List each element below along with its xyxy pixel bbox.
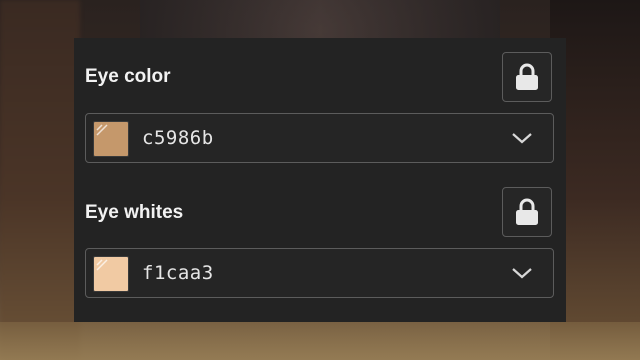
eye-color-dropdown[interactable]: c5986b	[85, 113, 554, 163]
eye-whites-label: Eye whites	[85, 202, 184, 223]
eye-whites-lock-button[interactable]	[502, 187, 552, 237]
eye-color-hex-value: c5986b	[142, 127, 214, 149]
background-top	[140, 0, 500, 38]
color-settings-panel: Eye color c5986b Eye whites f1caa3	[74, 38, 566, 322]
background-floor	[0, 322, 640, 360]
eye-whites-hex-value: f1caa3	[142, 262, 214, 284]
eye-color-lock-button[interactable]	[502, 52, 552, 102]
eye-whites-swatch[interactable]	[93, 256, 129, 292]
background-left	[0, 0, 80, 360]
swatch-gloss-icon	[96, 259, 108, 271]
chevron-down-icon[interactable]	[511, 131, 533, 145]
chevron-down-icon[interactable]	[511, 266, 533, 280]
eye-whites-dropdown[interactable]: f1caa3	[85, 248, 554, 298]
eye-color-label: Eye color	[85, 66, 171, 87]
swatch-gloss-icon	[96, 124, 108, 136]
eye-color-swatch[interactable]	[93, 121, 129, 157]
lock-icon	[516, 63, 538, 90]
lock-icon	[516, 198, 538, 225]
